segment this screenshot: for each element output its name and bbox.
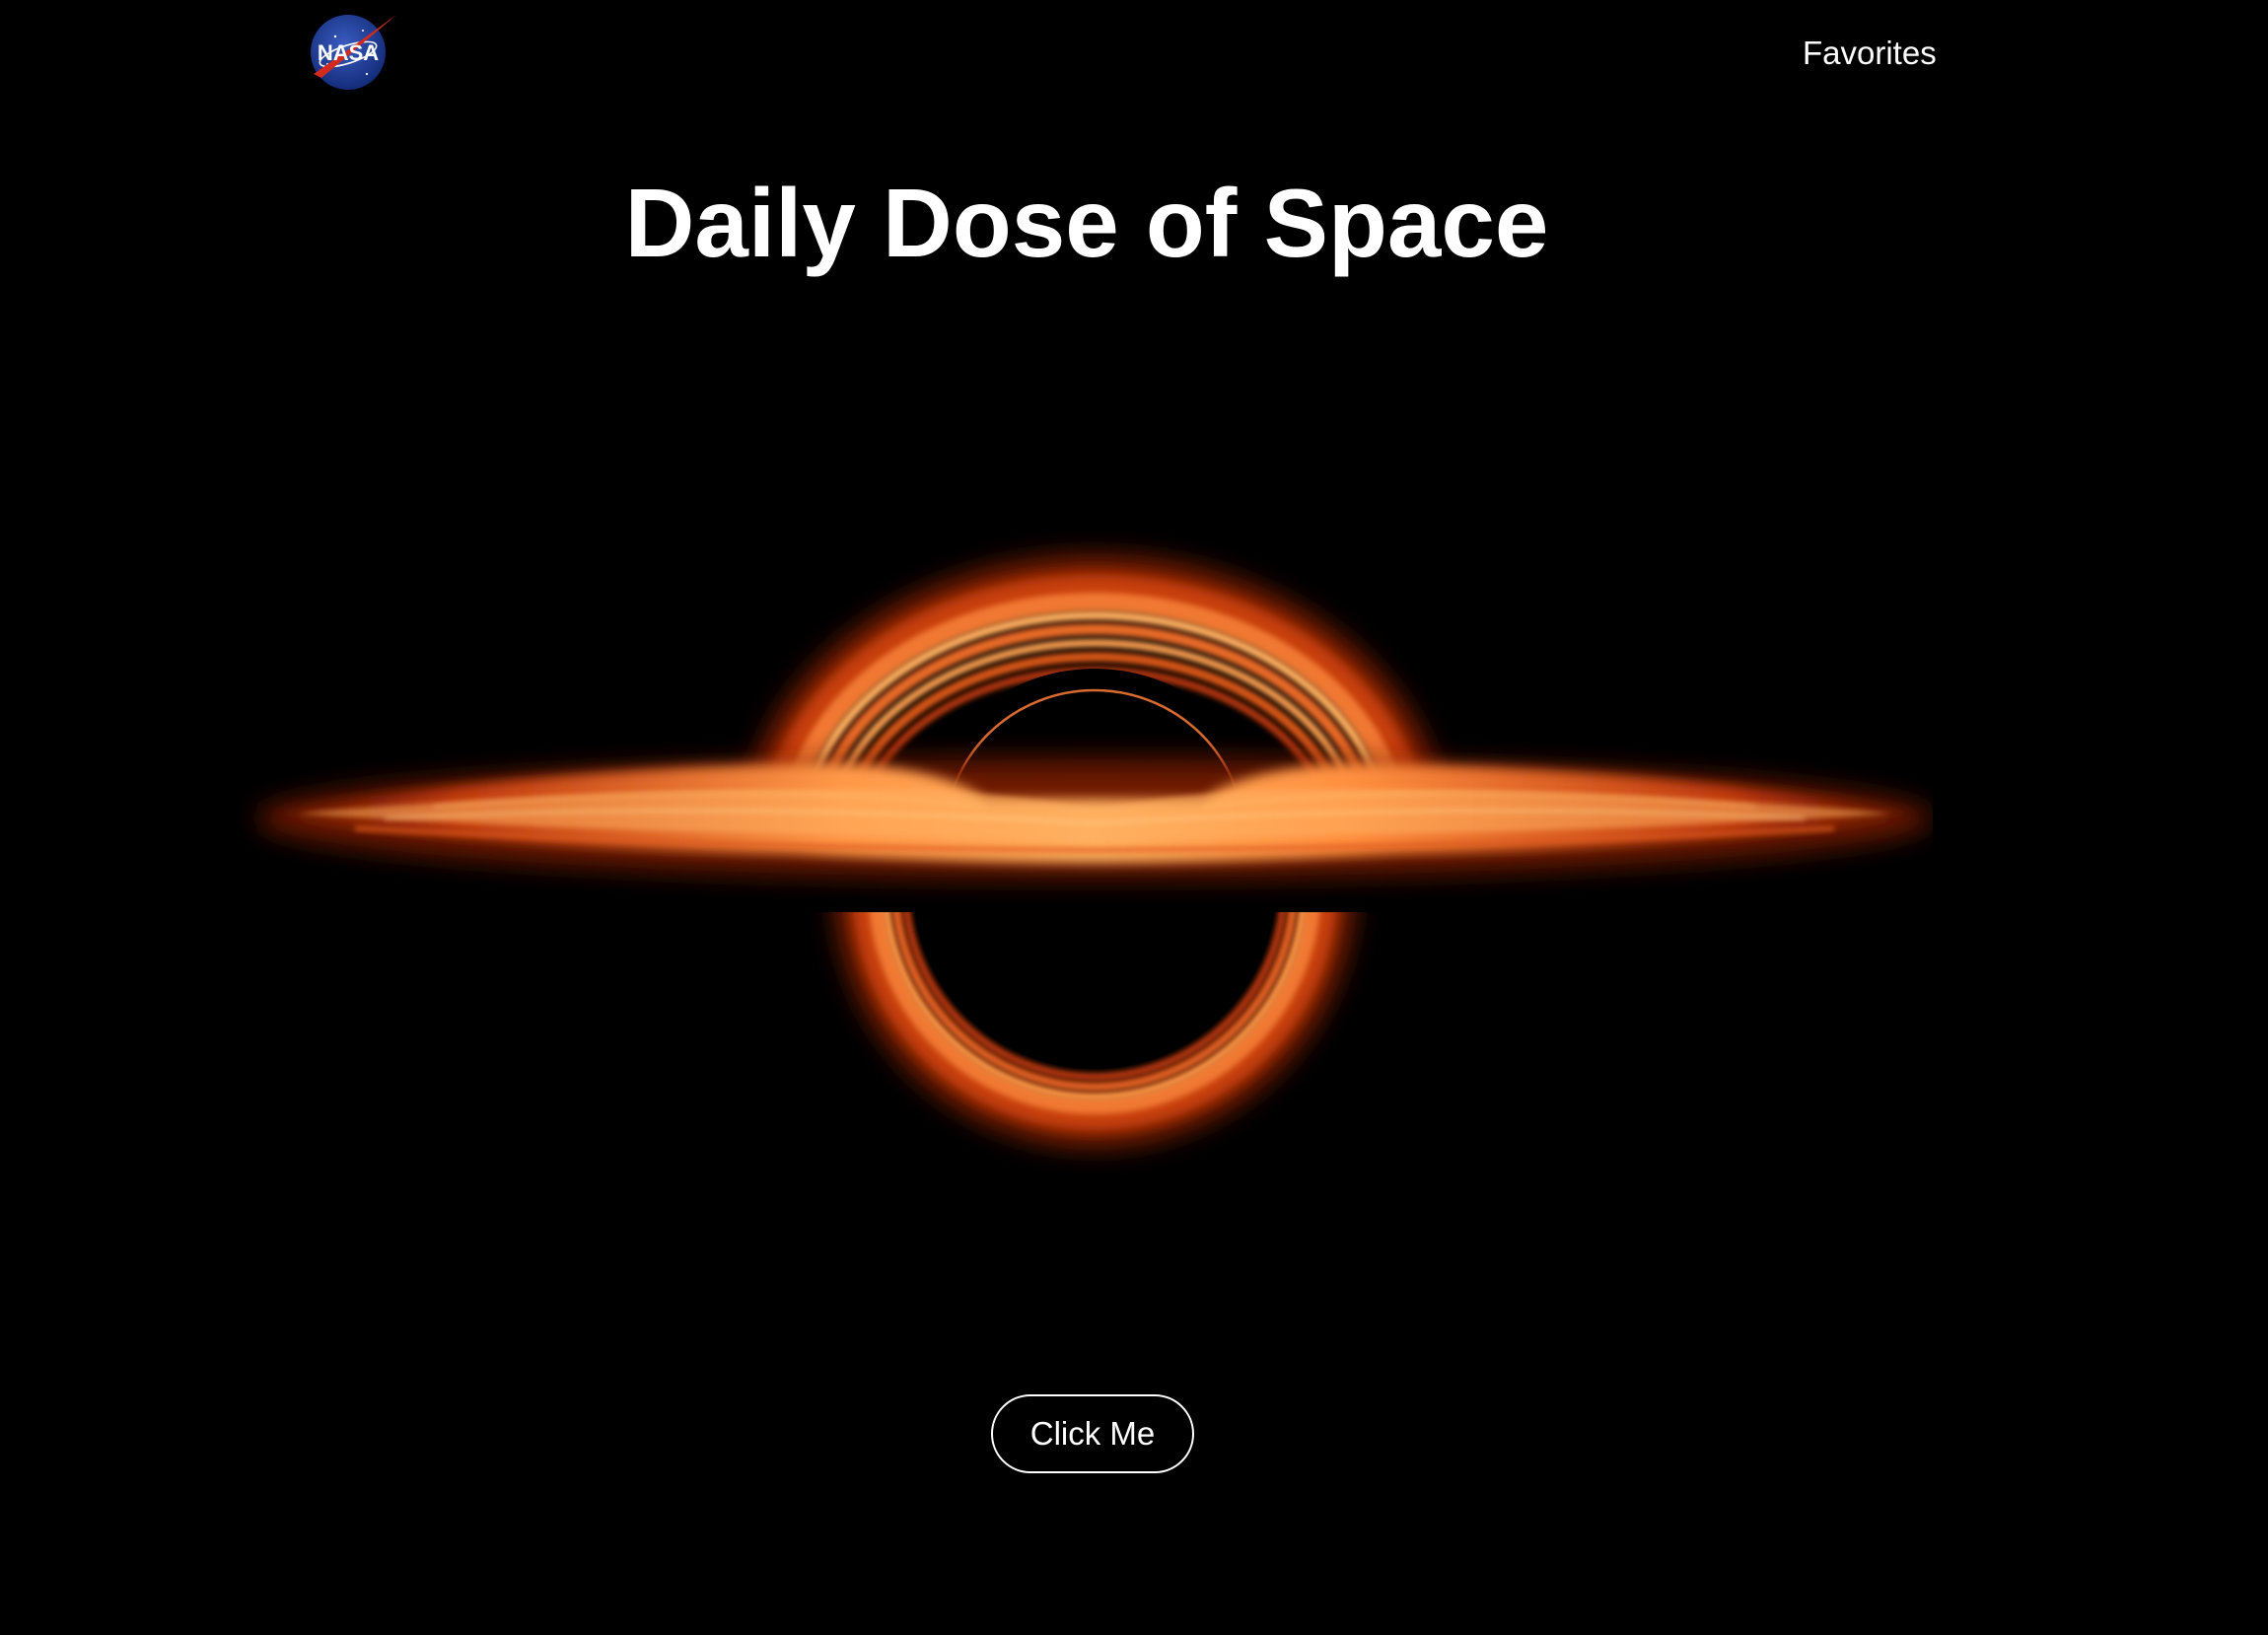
click-me-button[interactable]: Click Me bbox=[991, 1394, 1194, 1473]
accretion-disk-front bbox=[256, 759, 1933, 878]
apod-image bbox=[237, 424, 1933, 1173]
page-title: Daily Dose of Space bbox=[624, 169, 1549, 277]
black-hole-illustration bbox=[256, 557, 1933, 1146]
top-nav: NASA Favorites bbox=[0, 0, 2268, 108]
nasa-logo-icon[interactable]: NASA bbox=[306, 9, 400, 92]
nasa-meatball-svg: NASA bbox=[311, 15, 396, 90]
logo-wordmark: NASA bbox=[318, 40, 379, 65]
favorites-link[interactable]: Favorites bbox=[1803, 30, 1937, 77]
